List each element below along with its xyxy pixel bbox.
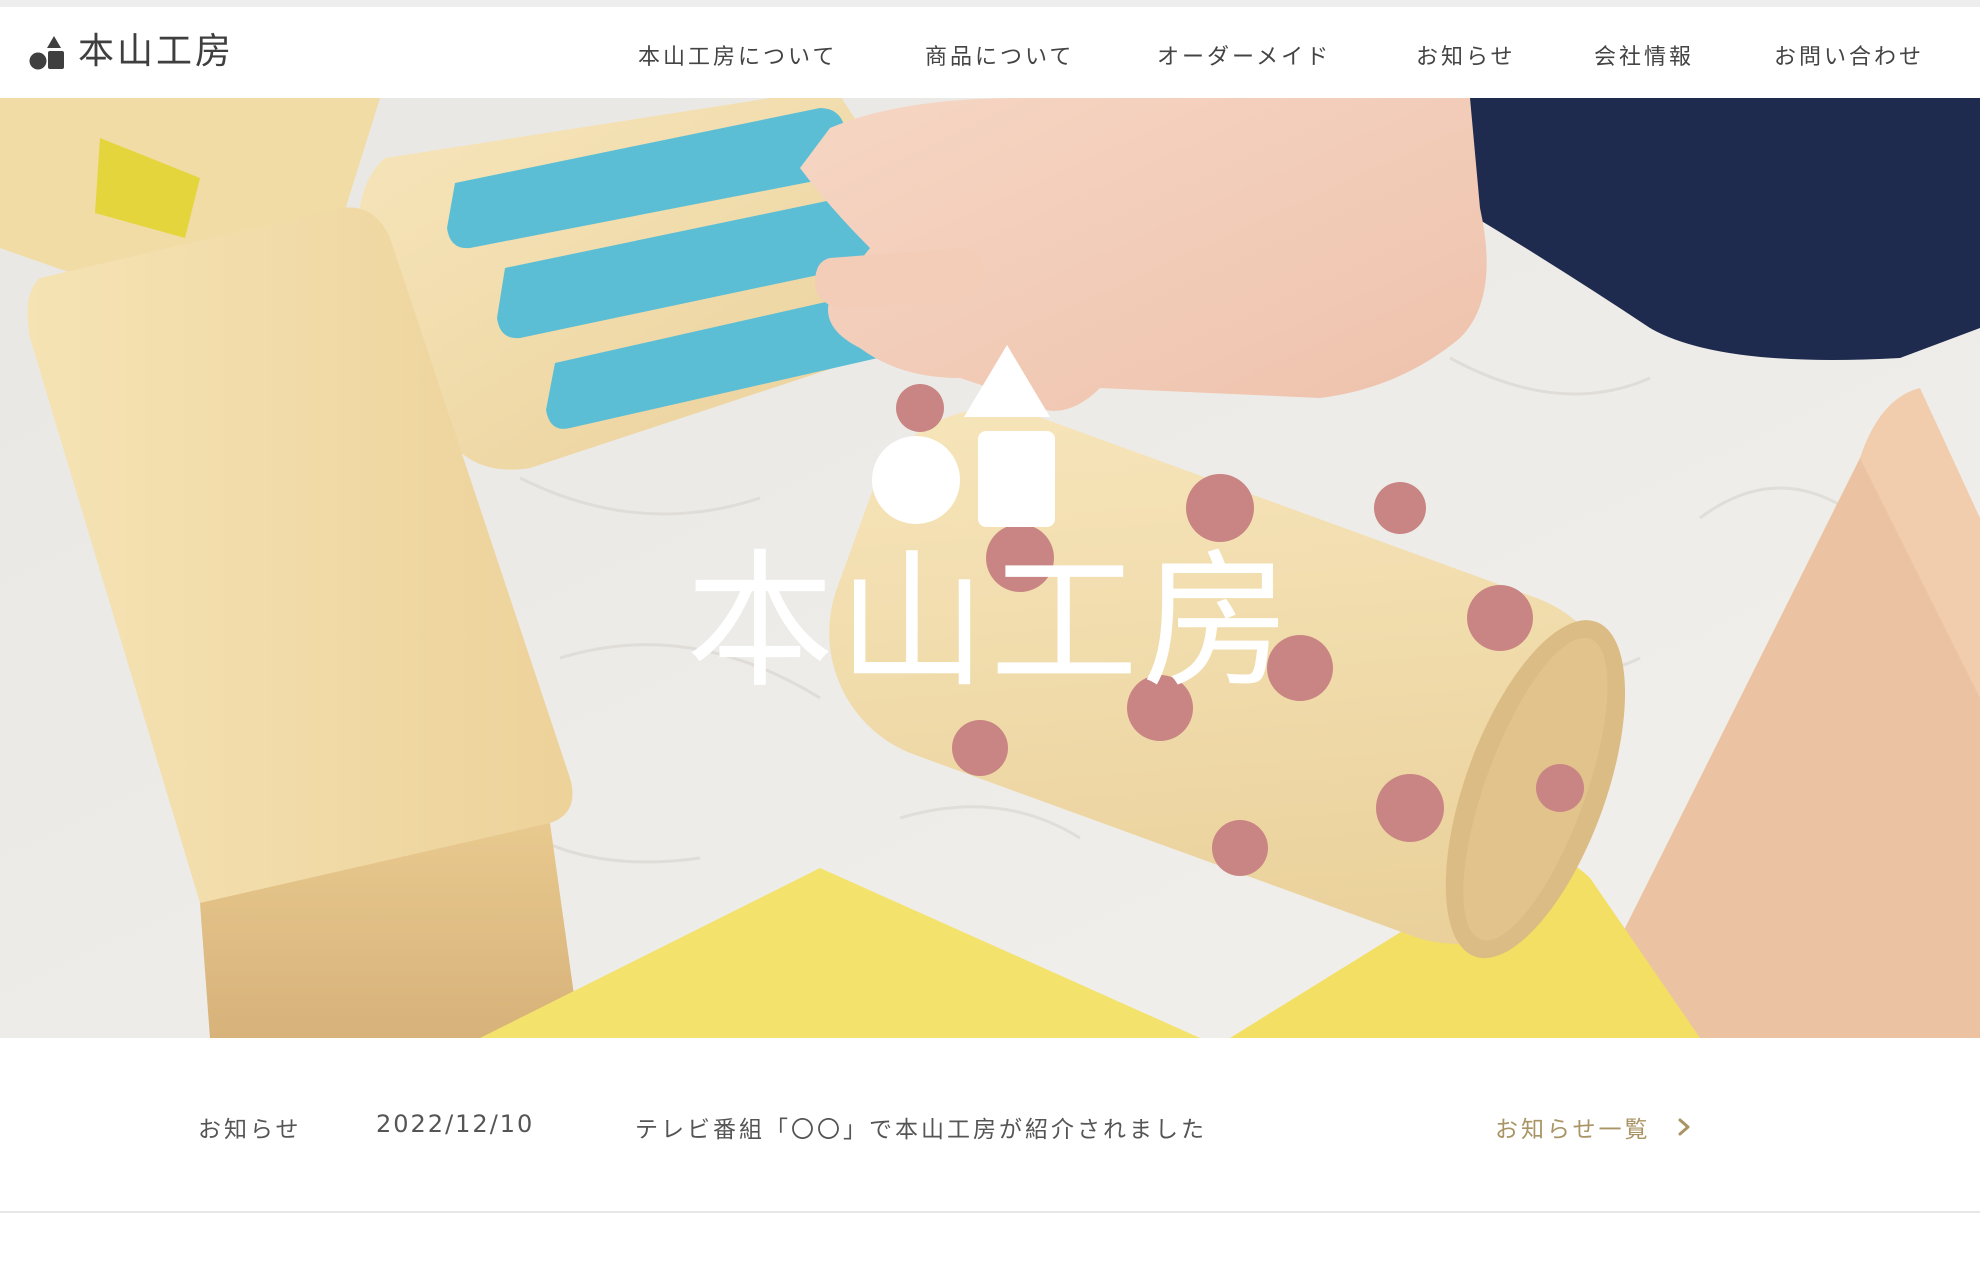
news-list-link[interactable]: お知らせ一覧: [1495, 1110, 1691, 1144]
top-border: [0, 0, 1980, 7]
nav-item-news[interactable]: お知らせ: [1416, 43, 1516, 73]
nav-item-about[interactable]: 本山工房について: [638, 43, 837, 73]
news-title-link[interactable]: テレビ番組「〇〇」で本山工房が紹介されました: [635, 1110, 1207, 1144]
news-list-label: お知らせ一覧: [1495, 1117, 1651, 1143]
nav-item-products[interactable]: 商品について: [925, 43, 1074, 73]
nav-item-custom-order[interactable]: オーダーメイド: [1157, 43, 1331, 73]
site-header: 本山工房 本山工房について 商品について オーダーメイド お知らせ 会社情報 お…: [0, 7, 1980, 98]
hero-banner: 本山工房: [0, 98, 1980, 1038]
nav-item-contact[interactable]: お問い合わせ: [1774, 43, 1924, 73]
hero-logo-text: 本山工房: [686, 536, 1294, 708]
news-label: お知らせ: [198, 1117, 302, 1143]
shapes-logo-icon: [872, 345, 1055, 527]
news-date: 2022/12/10: [376, 1110, 535, 1138]
news-divider: [0, 1211, 1980, 1213]
hero-logo: 本山工房: [0, 98, 1980, 1038]
main-nav: 本山工房について 商品について オーダーメイド お知らせ 会社情報 お問い合わせ: [0, 43, 1980, 73]
news-bar: お知らせ 2022/12/10 テレビ番組「〇〇」で本山工房が紹介されました お…: [0, 1038, 1980, 1212]
nav-item-company[interactable]: 会社情報: [1594, 43, 1694, 73]
chevron-right-icon: [1678, 1118, 1690, 1136]
